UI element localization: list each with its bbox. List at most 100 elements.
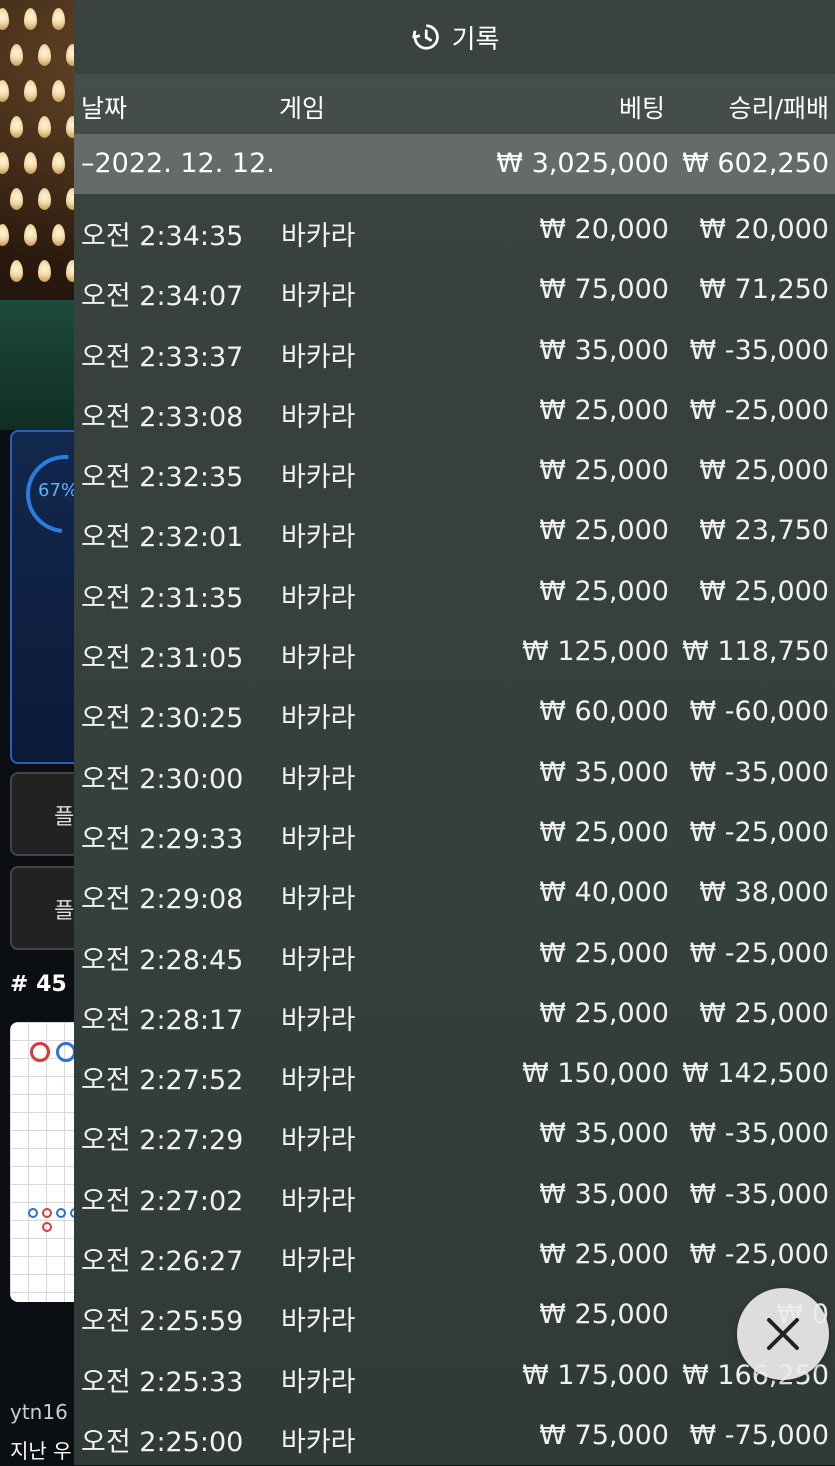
history-row[interactable]: 오전 2:34:07 바카라 ₩ 75,000 ₩ 71,250: [74, 260, 835, 320]
light-bulb: [0, 152, 9, 174]
history-row[interactable]: 오전 2:30:25 바카라 ₩ 60,000 ₩ -60,000: [74, 682, 835, 742]
column-header-bet: 베팅: [618, 94, 665, 123]
history-row[interactable]: 오전 2:29:33 바카라 ₩ 25,000 ₩ -25,000: [74, 803, 835, 863]
row-game: 바카라: [281, 582, 356, 614]
light-bulb: [52, 152, 65, 174]
light-bulb: [24, 80, 37, 102]
history-row[interactable]: 오전 2:25:00 바카라 ₩ 75,000 ₩ -75,000: [74, 1406, 835, 1466]
row-bet: ₩ 35,000: [539, 334, 669, 366]
row-game: 바카라: [281, 823, 356, 855]
close-icon: [767, 1318, 799, 1350]
light-bulb: [10, 116, 23, 138]
row-game: 바카라: [281, 763, 356, 795]
row-time: 오전 2:32:35: [81, 462, 244, 494]
row-bet: ₩ 125,000: [522, 636, 669, 668]
column-header-game: 게임: [279, 94, 326, 123]
history-header: 기록: [74, 0, 835, 74]
row-result: ₩ -75,000: [689, 1419, 830, 1451]
row-time: 오전 2:28:17: [81, 1004, 244, 1036]
row-game: 바카라: [281, 1366, 356, 1398]
row-game: 바카라: [281, 401, 356, 433]
row-game: 바카라: [281, 1306, 356, 1338]
row-time: 오전 2:31:05: [81, 643, 244, 675]
history-row[interactable]: 오전 2:34:35 바카라 ₩ 20,000 ₩ 20,000: [74, 200, 835, 260]
row-time: 오전 2:26:27: [81, 1246, 244, 1278]
light-bulb: [0, 80, 9, 102]
history-row[interactable]: 오전 2:31:05 바카라 ₩ 125,000 ₩ 118,750: [74, 622, 835, 682]
history-row[interactable]: 오전 2:25:33 바카라 ₩ 175,000 ₩ 166,250: [74, 1346, 835, 1406]
light-bulb: [52, 80, 65, 102]
row-result: ₩ 118,750: [682, 636, 829, 668]
row-result: ₩ 20,000: [699, 214, 829, 245]
row-game: 바카라: [281, 703, 356, 735]
light-bulb: [38, 260, 51, 282]
row-time: 오전 2:29:08: [81, 884, 244, 916]
row-game: 바카라: [281, 1426, 356, 1458]
light-bulb: [10, 188, 23, 210]
row-bet: ₩ 35,000: [539, 1118, 669, 1150]
history-row[interactable]: 오전 2:33:08 바카라 ₩ 25,000 ₩ -25,000: [74, 381, 835, 441]
row-bet: ₩ 60,000: [539, 696, 669, 728]
column-header-row: 날짜 게임 베팅 승리/패배: [74, 74, 835, 134]
close-button[interactable]: [737, 1288, 829, 1380]
row-result: ₩ -35,000: [689, 1178, 830, 1210]
road-marker-player: [56, 1042, 76, 1062]
row-bet: ₩ 25,000: [539, 394, 669, 426]
light-bulb: [38, 188, 51, 210]
row-result: ₩ -60,000: [689, 696, 830, 728]
row-result: ₩ 23,750: [699, 515, 829, 547]
history-row[interactable]: 오전 2:29:08 바카라 ₩ 40,000 ₩ 38,000: [74, 863, 835, 923]
row-time: 오전 2:25:00: [81, 1426, 244, 1458]
history-row[interactable]: 오전 2:32:01 바카라 ₩ 25,000 ₩ 23,750: [74, 501, 835, 561]
row-game: 바카라: [281, 1004, 356, 1036]
light-bulb: [10, 260, 23, 282]
row-result: ₩ -35,000: [689, 334, 830, 366]
row-game: 바카라: [281, 643, 356, 675]
road-marker-small: [28, 1208, 38, 1218]
row-bet: ₩ 25,000: [539, 515, 669, 547]
history-row[interactable]: 오전 2:28:17 바카라 ₩ 25,000 ₩ 25,000: [74, 984, 835, 1044]
row-result: ₩ 38,000: [699, 877, 829, 909]
row-game: 바카라: [281, 884, 356, 916]
road-marker-small: [42, 1222, 52, 1232]
row-result: ₩ 25,000: [699, 575, 829, 607]
history-row[interactable]: 오전 2:25:59바카라₩ 25,000₩ 0: [74, 1285, 835, 1345]
row-bet: ₩ 75,000: [539, 1419, 669, 1451]
history-row[interactable]: 오전 2:32:35 바카라 ₩ 25,000 ₩ 25,000: [74, 441, 835, 501]
row-game: 바카라: [281, 944, 356, 976]
history-title: 기록: [451, 24, 500, 55]
row-bet: ₩ 35,000: [539, 756, 669, 788]
row-bet: ₩ 25,000: [539, 1239, 669, 1271]
row-time: 오전 2:30:25: [81, 703, 244, 735]
history-list: 오전 2:34:35 바카라 ₩ 20,000 ₩ 20,000 오전 2:34:07 바…: [74, 200, 835, 1466]
row-time: 오전 2:33:08: [81, 401, 244, 433]
light-bulb: [52, 8, 65, 30]
history-row[interactable]: 오전 2:27:02 바카라 ₩ 35,000 ₩ -35,000: [74, 1165, 835, 1225]
row-result: ₩ 25,000: [699, 455, 829, 487]
history-row[interactable]: 오전 2:27:29 바카라 ₩ 35,000 ₩ -35,000: [74, 1104, 835, 1164]
history-row[interactable]: 오전 2:33:37 바카라 ₩ 35,000 ₩ -35,000: [74, 321, 835, 381]
history-row[interactable]: 오전 2:27:52 바카라 ₩ 150,000 ₩ 142,500: [74, 1044, 835, 1104]
light-bulb: [38, 116, 51, 138]
row-time: 오전 2:27:29: [81, 1125, 244, 1157]
history-row[interactable]: 오전 2:31:35 바카라 ₩ 25,000 ₩ 25,000: [74, 562, 835, 622]
row-result: ₩ -25,000: [689, 816, 830, 848]
row-bet: ₩ 20,000: [539, 214, 669, 245]
light-bulb: [24, 8, 37, 30]
row-time: 오전 2:27:52: [81, 1065, 244, 1097]
date-group-result-total: ₩ 602,250: [682, 148, 829, 179]
history-icon: [411, 24, 439, 50]
date-group-row[interactable]: –2022. 12. 12. ₩ 3,025,000 ₩ 602,250: [74, 134, 835, 194]
history-row[interactable]: 오전 2:28:45 바카라 ₩ 25,000 ₩ -25,000: [74, 924, 835, 984]
row-time: 오전 2:27:02: [81, 1185, 244, 1217]
row-game: 바카라: [281, 522, 356, 554]
row-time: 오전 2:29:33: [81, 823, 244, 855]
row-bet: ₩ 150,000: [522, 1058, 669, 1090]
chat-message: 지난 우: [10, 1439, 72, 1463]
light-bulb: [38, 44, 51, 66]
history-row[interactable]: 오전 2:30:00 바카라 ₩ 35,000 ₩ -35,000: [74, 743, 835, 803]
history-row[interactable]: 오전 2:26:27 바카라 ₩ 25,000 ₩ -25,000: [74, 1225, 835, 1285]
row-time: 오전 2:31:35: [81, 582, 244, 614]
round-number: # 45: [10, 972, 67, 997]
row-bet: ₩ 25,000: [539, 455, 669, 487]
